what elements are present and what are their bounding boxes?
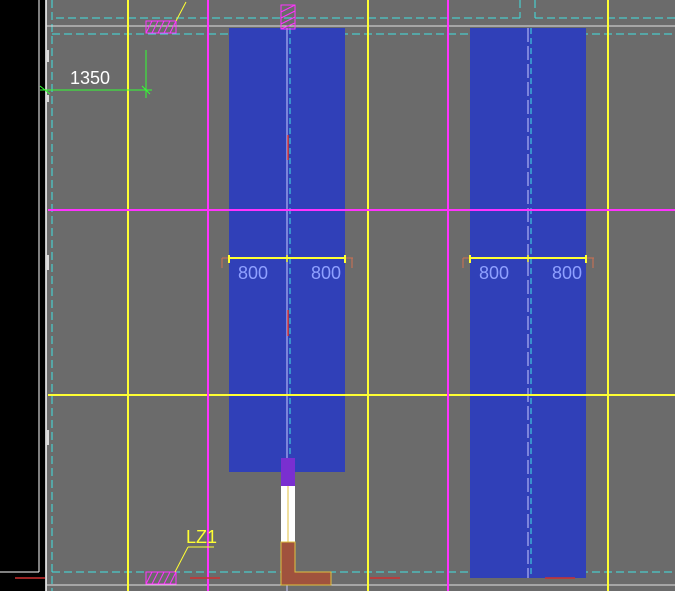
cad-drawing-canvas[interactable]: LZ1 1350 800 800 800 800 xyxy=(0,0,675,591)
column-1-dim-left: 800 xyxy=(238,263,268,283)
column-2-dim-right: 800 xyxy=(552,263,582,283)
beam-tag-label[interactable]: LZ1 xyxy=(186,527,217,547)
column-1-dim-right: 800 xyxy=(311,263,341,283)
offset-dimension-text: 1350 xyxy=(70,68,110,88)
column-2-dim-left: 800 xyxy=(479,263,509,283)
